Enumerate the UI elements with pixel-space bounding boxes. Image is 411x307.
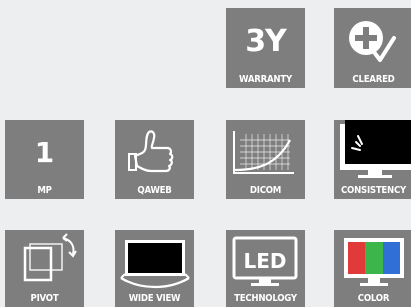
qaweb-badge: QAWEB xyxy=(115,120,194,199)
warranty-badge: 3Y WARRANTY xyxy=(226,8,305,88)
led-monitor-icon: LED xyxy=(232,236,298,286)
svg-text:LED: LED xyxy=(243,249,286,273)
color-badge: COLOR xyxy=(334,230,411,307)
qaweb-label: QAWEB xyxy=(137,185,172,196)
megapixel-value: 1 xyxy=(34,136,55,169)
cleared-label: CLEARED xyxy=(352,74,395,85)
color-label: COLOR xyxy=(357,293,390,304)
megapixel-badge: 1 MP xyxy=(5,120,84,199)
technology-badge: LED TECHNOLOGY xyxy=(226,230,305,307)
pivot-badge: PIVOT xyxy=(5,230,84,307)
megapixel-label: MP xyxy=(37,185,52,196)
rgb-monitor-icon xyxy=(344,238,404,286)
medical-cross-check-icon xyxy=(349,21,396,62)
technology-label: TECHNOLOGY xyxy=(234,293,297,304)
pivot-label: PIVOT xyxy=(30,293,59,304)
consistency-label: CONSISTENCY xyxy=(340,185,407,196)
wide-view-monitor-icon xyxy=(120,240,190,288)
dicom-badge: DICOM xyxy=(226,120,305,199)
warranty-years: 3Y xyxy=(245,24,287,59)
warranty-label: WARRANTY xyxy=(239,74,292,85)
cleared-badge: CLEARED xyxy=(334,8,411,88)
dicom-label: DICOM xyxy=(249,185,282,196)
thumbs-up-icon xyxy=(128,130,174,173)
dicom-curve-icon xyxy=(233,131,294,174)
monitor-sensor-icon xyxy=(340,120,411,178)
wide-view-label: WIDE VIEW xyxy=(128,293,181,304)
consistency-badge: CONSISTENCY xyxy=(334,120,411,199)
pivot-rotate-icon xyxy=(23,233,77,282)
wide-view-badge: WIDE VIEW xyxy=(115,230,194,307)
